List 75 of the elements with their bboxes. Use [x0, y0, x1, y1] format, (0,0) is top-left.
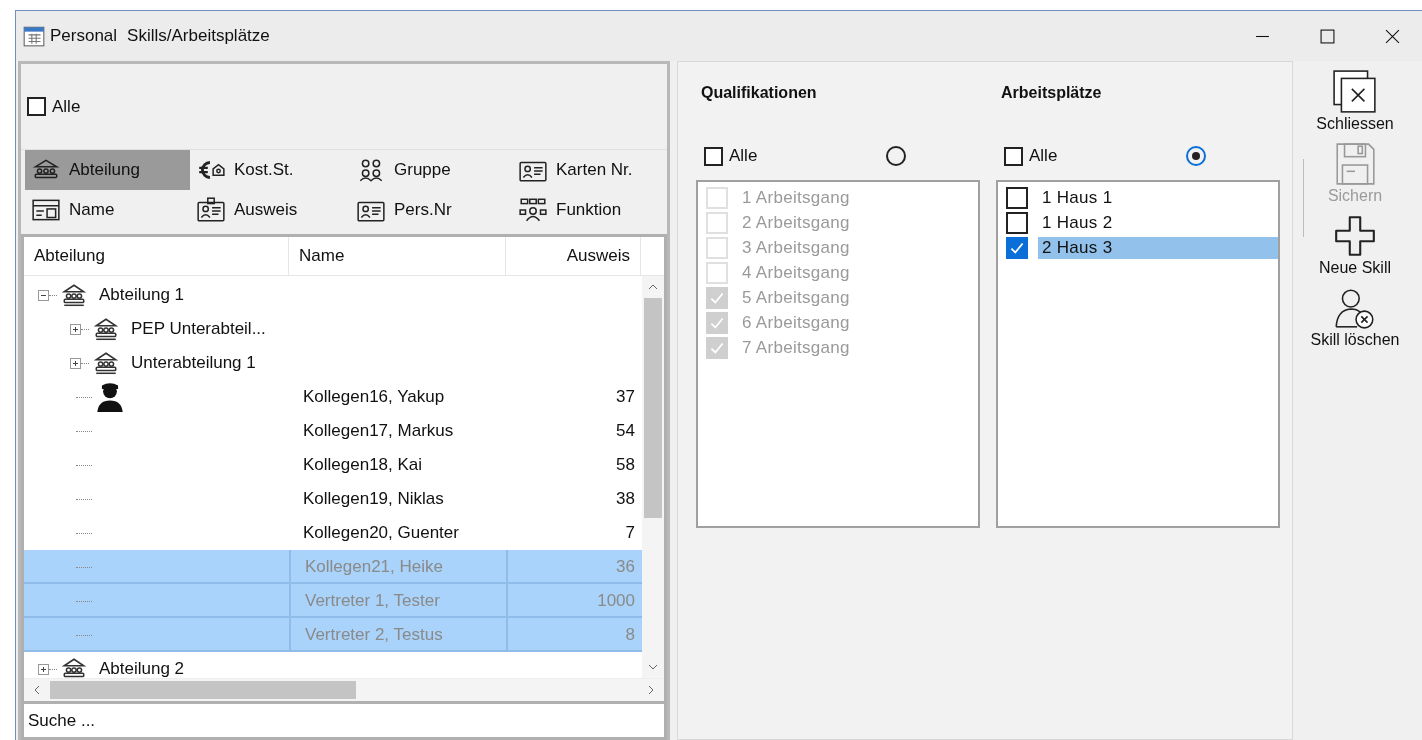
name-cell: Vertreter 2, Testus	[305, 625, 443, 645]
list-item[interactable]: 2 Haus 3	[1038, 236, 1278, 259]
expand-icon[interactable]	[70, 323, 81, 335]
badge-icon	[196, 197, 226, 223]
filter-button[interactable]: Kost.St.	[190, 150, 350, 190]
close-icon[interactable]	[1385, 28, 1400, 44]
name-cell: Kollegen21, Heike	[305, 557, 443, 577]
name-cell: Vertreter 1, Tester	[305, 591, 440, 611]
department-icon	[93, 351, 119, 375]
name-cell: Kollegen16, Yakup	[303, 387, 445, 407]
list-item[interactable]: 1 Haus 1	[1038, 186, 1278, 209]
checkbox[interactable]	[27, 97, 46, 116]
id-cell: 36	[616, 557, 635, 577]
filter-button[interactable]: Gruppe	[350, 150, 512, 190]
tree-item[interactable]: PEP Unterabteil...	[131, 319, 266, 339]
tree-item[interactable]: Abteilung 1	[99, 285, 185, 305]
department-icon	[61, 283, 87, 307]
id-cell: 38	[616, 489, 635, 509]
list-item[interactable]: 1 Haus 2	[1038, 211, 1278, 234]
delete-button[interactable]: Skill löschen	[1310, 285, 1400, 349]
id-cell: 54	[616, 421, 635, 441]
collapse-icon[interactable]	[38, 289, 49, 301]
column-header[interactable]: Abteilung	[24, 237, 289, 275]
search-field[interactable]: Suche ...	[21, 704, 667, 740]
department-icon	[93, 317, 119, 341]
filter-button[interactable]: Pers.Nr	[350, 190, 512, 230]
scroll-left-icon[interactable]	[34, 685, 40, 695]
filter-button[interactable]: Ausweis	[190, 190, 350, 230]
org-chart-icon	[518, 197, 548, 223]
section-title: Arbeitsplätze	[1000, 84, 1103, 103]
filter-button[interactable]: Name	[25, 190, 190, 230]
id-cell: 58	[616, 455, 635, 475]
close-button[interactable]: Schliessen	[1316, 69, 1394, 133]
id-cell: 7	[625, 523, 635, 543]
expand-icon[interactable]	[38, 663, 49, 675]
expand-icon[interactable]	[70, 357, 81, 369]
name-cell: Kollegen20, Guenter	[303, 523, 459, 543]
section-title: Qualifikationen	[700, 84, 818, 103]
all-label: Alle	[1029, 146, 1058, 166]
add-button[interactable]: Neue Skill	[1319, 213, 1391, 277]
id-cell: 37	[616, 387, 635, 407]
radio-button[interactable]	[886, 146, 906, 166]
name-card-icon	[31, 197, 61, 223]
calendar-icon	[22, 24, 46, 48]
checkbox[interactable]	[1006, 211, 1028, 234]
horizontal-scrollbar[interactable]	[24, 678, 664, 701]
maximize-icon[interactable]	[1320, 28, 1335, 44]
id-cell: 1000	[597, 591, 635, 611]
radio-button[interactable]	[1186, 146, 1206, 166]
name-cell: Kollegen18, Kai	[303, 455, 423, 475]
all-label: Alle	[52, 96, 81, 117]
filter-button[interactable]: Abteilung	[25, 150, 190, 190]
tree-item[interactable]: Abteilung 2	[99, 659, 185, 678]
scroll-up-icon[interactable]	[648, 284, 658, 290]
window-title: Skills/Arbeitsplätze	[127, 26, 270, 46]
plus-icon	[1332, 213, 1378, 259]
all-label: Alle	[729, 146, 758, 166]
filter-button[interactable]: Funktion	[512, 190, 672, 230]
filter-button[interactable]: Karten Nr.	[512, 150, 672, 190]
close-window-icon	[1332, 69, 1378, 115]
scroll-down-icon[interactable]	[648, 664, 658, 670]
checkbox[interactable]	[704, 146, 723, 166]
id-cell: 8	[625, 625, 635, 645]
vertical-scrollbar[interactable]	[642, 276, 664, 678]
tree-item[interactable]: Unterabteilung 1	[131, 353, 256, 373]
name-cell: Kollegen17, Markus	[303, 421, 454, 441]
checkbox[interactable]	[1006, 236, 1028, 259]
column-header[interactable]: Ausweis	[506, 237, 641, 275]
scroll-right-icon[interactable]	[648, 685, 654, 695]
checkbox[interactable]	[1004, 146, 1023, 166]
name-cell: Kollegen19, Niklas	[303, 489, 444, 509]
column-header[interactable]: Name	[289, 237, 506, 275]
department-icon	[61, 657, 87, 678]
checkbox[interactable]	[1006, 186, 1028, 209]
app-name: Personal	[50, 26, 118, 46]
